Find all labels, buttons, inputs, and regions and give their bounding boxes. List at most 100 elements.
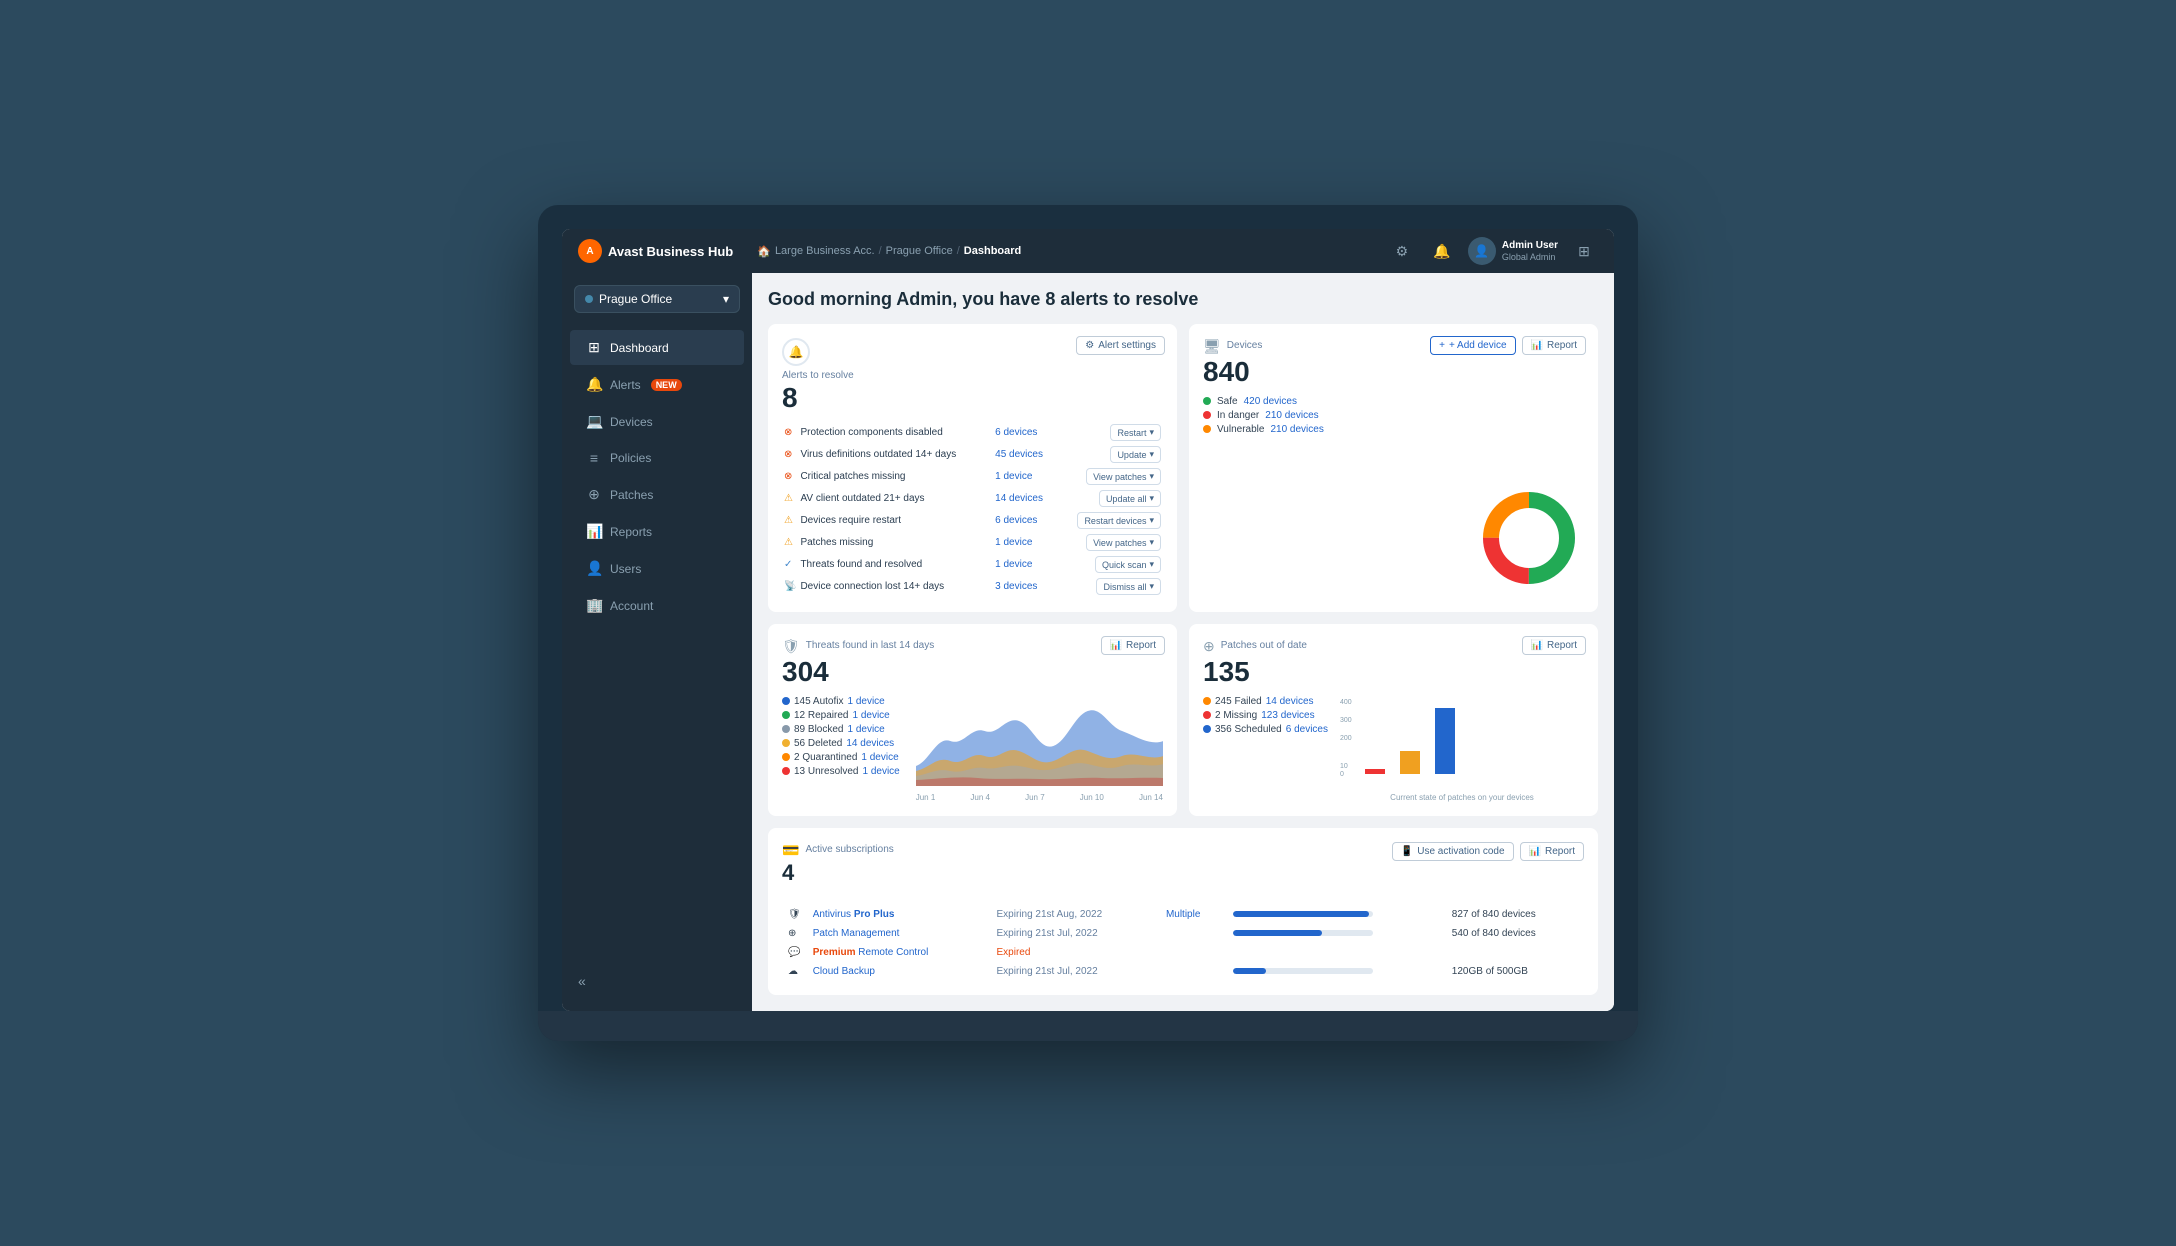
dot-safe bbox=[1203, 397, 1211, 405]
laptop-base bbox=[538, 1011, 1638, 1041]
svg-text:0: 0 bbox=[1340, 771, 1344, 778]
quarantined-link[interactable]: 1 device bbox=[861, 752, 898, 763]
vulnerable-devices-link[interactable]: 210 devices bbox=[1270, 424, 1323, 435]
chevron-down-icon: ▾ bbox=[723, 292, 729, 306]
warn-icon: ⊗ bbox=[784, 449, 792, 460]
breadcrumb-home-icon: 🏠 bbox=[757, 245, 771, 258]
alert-action-button[interactable]: Update ▾ bbox=[1110, 446, 1161, 463]
danger-devices-link[interactable]: 210 devices bbox=[1265, 410, 1318, 421]
collapse-sidebar-button[interactable]: « bbox=[562, 963, 752, 999]
premium-label: Premium bbox=[813, 947, 856, 958]
threats-report-button[interactable]: 📊 Report bbox=[1101, 636, 1165, 655]
subs-report-button[interactable]: 📊 Report bbox=[1520, 842, 1584, 861]
alert-count-link[interactable]: 3 devices bbox=[995, 581, 1037, 592]
user-name: Admin User bbox=[1502, 240, 1558, 252]
alert-action-button[interactable]: Update all ▾ bbox=[1099, 490, 1161, 507]
alert-text: Device connection lost 14+ days bbox=[798, 576, 993, 598]
patch-management-link[interactable]: Patch Management bbox=[813, 928, 900, 939]
office-dot bbox=[585, 295, 593, 303]
table-row: 💬 Premium Remote Control Expired bbox=[782, 943, 1584, 962]
sidebar-item-dashboard[interactable]: ⊞ Dashboard bbox=[570, 330, 744, 365]
table-row: ⊗ Protection components disabled 6 devic… bbox=[782, 422, 1163, 444]
alert-count-link[interactable]: 6 devices bbox=[995, 427, 1037, 438]
dot-autofix bbox=[782, 697, 790, 705]
alert-action-button[interactable]: View patches ▾ bbox=[1086, 534, 1161, 551]
cloud-backup-icon: ☁ bbox=[788, 966, 798, 977]
sidebar-item-reports[interactable]: 📊 Reports bbox=[570, 514, 744, 549]
grid-icon[interactable]: ⊞ bbox=[1570, 237, 1598, 265]
sidebar-item-users[interactable]: 👤 Users bbox=[570, 551, 744, 586]
deleted-link[interactable]: 14 devices bbox=[846, 738, 894, 749]
threats-card-title: Threats found in last 14 days bbox=[806, 640, 934, 651]
sidebar-item-label-users: Users bbox=[610, 562, 641, 576]
subs-actions: 📱 Use activation code 📊 Report bbox=[1392, 842, 1584, 861]
devices-stat-danger: In danger 210 devices bbox=[1203, 410, 1584, 421]
report-icon: 📊 bbox=[1531, 340, 1543, 351]
settings-icon[interactable]: ⚙ bbox=[1388, 237, 1416, 265]
threats-card-count: 304 bbox=[782, 657, 1163, 688]
sidebar-item-label-dashboard: Dashboard bbox=[610, 341, 669, 355]
antivirus-link[interactable]: Antivirus Pro Plus bbox=[813, 909, 895, 920]
settings-small-icon: ⚙ bbox=[1085, 340, 1094, 351]
alert-count-link[interactable]: 1 device bbox=[995, 471, 1032, 482]
alert-action-button[interactable]: Dismiss all ▾ bbox=[1096, 578, 1161, 595]
notifications-icon[interactable]: 🔔 bbox=[1428, 237, 1456, 265]
dot-scheduled bbox=[1203, 725, 1211, 733]
devices-card: 🖥 Devices 840 + + Add device 📊 Report bbox=[1189, 324, 1598, 612]
subs-report-icon: 📊 bbox=[1529, 846, 1541, 857]
alert-action-button[interactable]: Quick scan ▾ bbox=[1095, 556, 1161, 573]
sidebar-item-devices[interactable]: 💻 Devices bbox=[570, 404, 744, 439]
patches-bar-chart: 400 300 200 10 0 bbox=[1340, 696, 1584, 802]
unresolved-link[interactable]: 1 device bbox=[862, 766, 899, 777]
breadcrumb-org[interactable]: Large Business Acc. bbox=[775, 245, 875, 257]
sidebar-item-account[interactable]: 🏢 Account bbox=[570, 588, 744, 623]
alert-count-link[interactable]: 1 device bbox=[995, 559, 1032, 570]
alert-action-button[interactable]: View patches ▾ bbox=[1086, 468, 1161, 485]
patch-mgmt-icon: ⊕ bbox=[788, 928, 796, 939]
alerts-badge: NEW bbox=[651, 379, 682, 391]
autofix-link[interactable]: 1 device bbox=[847, 696, 884, 707]
alert-action-button[interactable]: Restart devices ▾ bbox=[1077, 512, 1161, 529]
alert-count-link[interactable]: 14 devices bbox=[995, 493, 1043, 504]
table-row: ⊕ Patch Management Expiring 21st Jul, 20… bbox=[782, 924, 1584, 943]
info-icon: ⚠ bbox=[784, 537, 793, 548]
safe-devices-link[interactable]: 420 devices bbox=[1244, 396, 1297, 407]
devices-report-button[interactable]: 📊 Report bbox=[1522, 336, 1586, 355]
devices-stat-vulnerable: Vulnerable 210 devices bbox=[1203, 424, 1584, 435]
user-menu[interactable]: 👤 Admin User Global Admin bbox=[1468, 237, 1558, 265]
alert-text: Devices require restart bbox=[798, 510, 993, 532]
alert-count-link[interactable]: 1 device bbox=[995, 537, 1032, 548]
info-icon: ⚠ bbox=[784, 493, 793, 504]
sidebar-item-label-alerts: Alerts bbox=[610, 378, 641, 392]
policies-icon: ≡ bbox=[586, 450, 602, 466]
breadcrumb-current: Dashboard bbox=[964, 245, 1021, 257]
blocked-link[interactable]: 1 device bbox=[847, 724, 884, 735]
add-device-button[interactable]: + + Add device bbox=[1430, 336, 1515, 355]
alerts-table: ⊗ Protection components disabled 6 devic… bbox=[782, 422, 1163, 598]
dot-danger bbox=[1203, 411, 1211, 419]
antivirus-devices: 827 of 840 devices bbox=[1446, 905, 1584, 924]
scheduled-patches-link[interactable]: 6 devices bbox=[1286, 724, 1328, 735]
sidebar-item-label-devices: Devices bbox=[610, 415, 653, 429]
failed-patches-link[interactable]: 14 devices bbox=[1266, 696, 1314, 707]
use-activation-code-button[interactable]: 📱 Use activation code bbox=[1392, 842, 1514, 861]
antivirus-progress bbox=[1233, 911, 1373, 917]
table-row: ⊗ Critical patches missing 1 device View… bbox=[782, 466, 1163, 488]
sidebar-item-policies[interactable]: ≡ Policies bbox=[570, 441, 744, 475]
remote-control-link[interactable]: Remote Control bbox=[858, 947, 928, 958]
alert-count-link[interactable]: 6 devices bbox=[995, 515, 1037, 526]
cloud-backup-link[interactable]: Cloud Backup bbox=[813, 966, 875, 977]
sidebar-item-alerts[interactable]: 🔔 Alerts NEW bbox=[570, 367, 744, 402]
patch-mgmt-devices: 540 of 840 devices bbox=[1446, 924, 1584, 943]
devices-icon: 💻 bbox=[586, 413, 602, 430]
missing-patches-link[interactable]: 123 devices bbox=[1261, 710, 1314, 721]
alert-action-button[interactable]: Restart ▾ bbox=[1110, 424, 1161, 441]
office-selector[interactable]: Prague Office ▾ bbox=[574, 285, 740, 313]
sidebar-item-patches[interactable]: ⊕ Patches bbox=[570, 477, 744, 512]
alert-settings-button[interactable]: ⚙ Alert settings bbox=[1076, 336, 1165, 355]
sidebar-item-label-patches: Patches bbox=[610, 488, 653, 502]
repaired-link[interactable]: 1 device bbox=[852, 710, 889, 721]
breadcrumb-office[interactable]: Prague Office bbox=[886, 245, 953, 257]
alert-count-link[interactable]: 45 devices bbox=[995, 449, 1043, 460]
patches-report-button[interactable]: 📊 Report bbox=[1522, 636, 1586, 655]
